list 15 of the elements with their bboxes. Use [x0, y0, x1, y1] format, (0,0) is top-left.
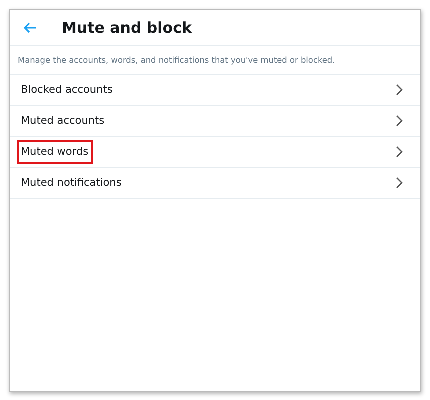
item-label: Muted accounts: [20, 114, 106, 129]
chevron-right-icon: [396, 177, 403, 189]
settings-item[interactable]: Muted notifications: [10, 168, 420, 199]
page-title: Mute and block: [62, 18, 192, 36]
back-arrow-icon[interactable]: [23, 22, 37, 34]
chevron-right-icon: [396, 115, 403, 127]
chevron-right-icon: [396, 84, 403, 96]
item-label: Muted notifications: [20, 176, 123, 191]
settings-item[interactable]: Muted words: [10, 137, 420, 168]
item-label: Blocked accounts: [20, 83, 114, 98]
settings-item[interactable]: Muted accounts: [10, 106, 420, 137]
chevron-right-icon: [396, 146, 403, 158]
description-text: Manage the accounts, words, and notifications that you've muted or blocked.: [10, 46, 420, 75]
settings-item[interactable]: Blocked accounts: [10, 75, 420, 106]
item-label: Muted words: [17, 140, 93, 164]
